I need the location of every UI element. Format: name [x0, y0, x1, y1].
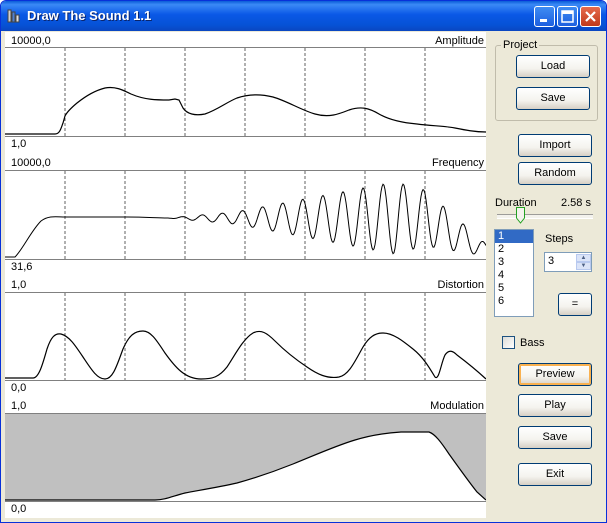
amplitude-plot[interactable] — [5, 47, 486, 137]
amplitude-min-label: 1,0 — [11, 138, 27, 150]
modulation-max-label: 1,0 — [11, 400, 27, 412]
list-item[interactable]: 3 — [495, 256, 533, 269]
list-item[interactable]: 4 — [495, 269, 533, 282]
amplitude-curve — [5, 48, 486, 136]
modulation-min-label: 0,0 — [11, 503, 27, 515]
envelope-panels: 10000,0 Amplitude 1,0 10000,0 Frequency … — [5, 32, 486, 518]
minimize-icon — [540, 19, 547, 22]
maximize-icon — [561, 10, 574, 23]
exit-button[interactable]: Exit — [518, 463, 592, 486]
list-item[interactable]: 1 — [495, 230, 533, 243]
duration-slider-track[interactable] — [497, 214, 593, 219]
frequency-title: Frequency — [432, 157, 484, 169]
duration-slider-thumb[interactable] — [516, 207, 525, 224]
duration-value: 2.58 s — [561, 197, 591, 209]
save-button[interactable]: Save — [518, 426, 592, 449]
preview-button[interactable]: Preview — [518, 363, 592, 386]
bass-label: Bass — [520, 337, 545, 349]
close-icon — [585, 11, 596, 22]
steps-list[interactable]: 1 2 3 4 5 6 — [494, 229, 534, 317]
app-icon — [7, 9, 20, 23]
minimize-button[interactable] — [534, 6, 555, 27]
distortion-curve — [5, 293, 486, 380]
steps-spinner[interactable]: 3 ▲ ▼ — [544, 252, 592, 272]
amplitude-title: Amplitude — [435, 35, 484, 47]
steps-up-button[interactable]: ▲ — [576, 254, 591, 262]
import-button[interactable]: Import — [518, 134, 592, 157]
modulation-title: Modulation — [430, 400, 484, 412]
bass-checkbox[interactable] — [502, 336, 515, 349]
frequency-plot[interactable] — [5, 170, 486, 260]
play-button[interactable]: Play — [518, 394, 592, 417]
window-title: Draw The Sound 1.1 — [27, 8, 152, 23]
main-window: Draw The Sound 1.1 10000,0 Amplitude 1,0… — [0, 0, 607, 523]
modulation-curve — [5, 431, 486, 501]
amplitude-max-label: 10000,0 — [11, 35, 51, 47]
steps-label: Steps — [545, 233, 574, 245]
list-item[interactable]: 6 — [495, 295, 533, 308]
modulation-plot[interactable] — [5, 413, 486, 502]
load-button[interactable]: Load — [516, 55, 590, 78]
distortion-min-label: 0,0 — [11, 382, 27, 394]
list-item[interactable]: 5 — [495, 282, 533, 295]
equal-button[interactable]: = — [558, 293, 592, 316]
frequency-max-label: 10000,0 — [11, 157, 51, 169]
distortion-max-label: 1,0 — [11, 279, 27, 291]
project-group-title: Project — [501, 39, 540, 51]
steps-value[interactable]: 3 — [548, 255, 554, 267]
title-bar[interactable]: Draw The Sound 1.1 — [1, 1, 606, 31]
maximize-button[interactable] — [557, 6, 578, 27]
frequency-min-label: 31,6 — [11, 261, 33, 273]
distortion-title: Distortion — [437, 279, 484, 291]
steps-down-button[interactable]: ▼ — [576, 262, 591, 270]
random-button[interactable]: Random — [518, 162, 592, 185]
distortion-plot[interactable] — [5, 292, 486, 381]
frequency-curve — [5, 171, 486, 259]
list-item[interactable]: 2 — [495, 243, 533, 256]
project-save-button[interactable]: Save — [516, 87, 590, 110]
close-button[interactable] — [580, 6, 601, 27]
